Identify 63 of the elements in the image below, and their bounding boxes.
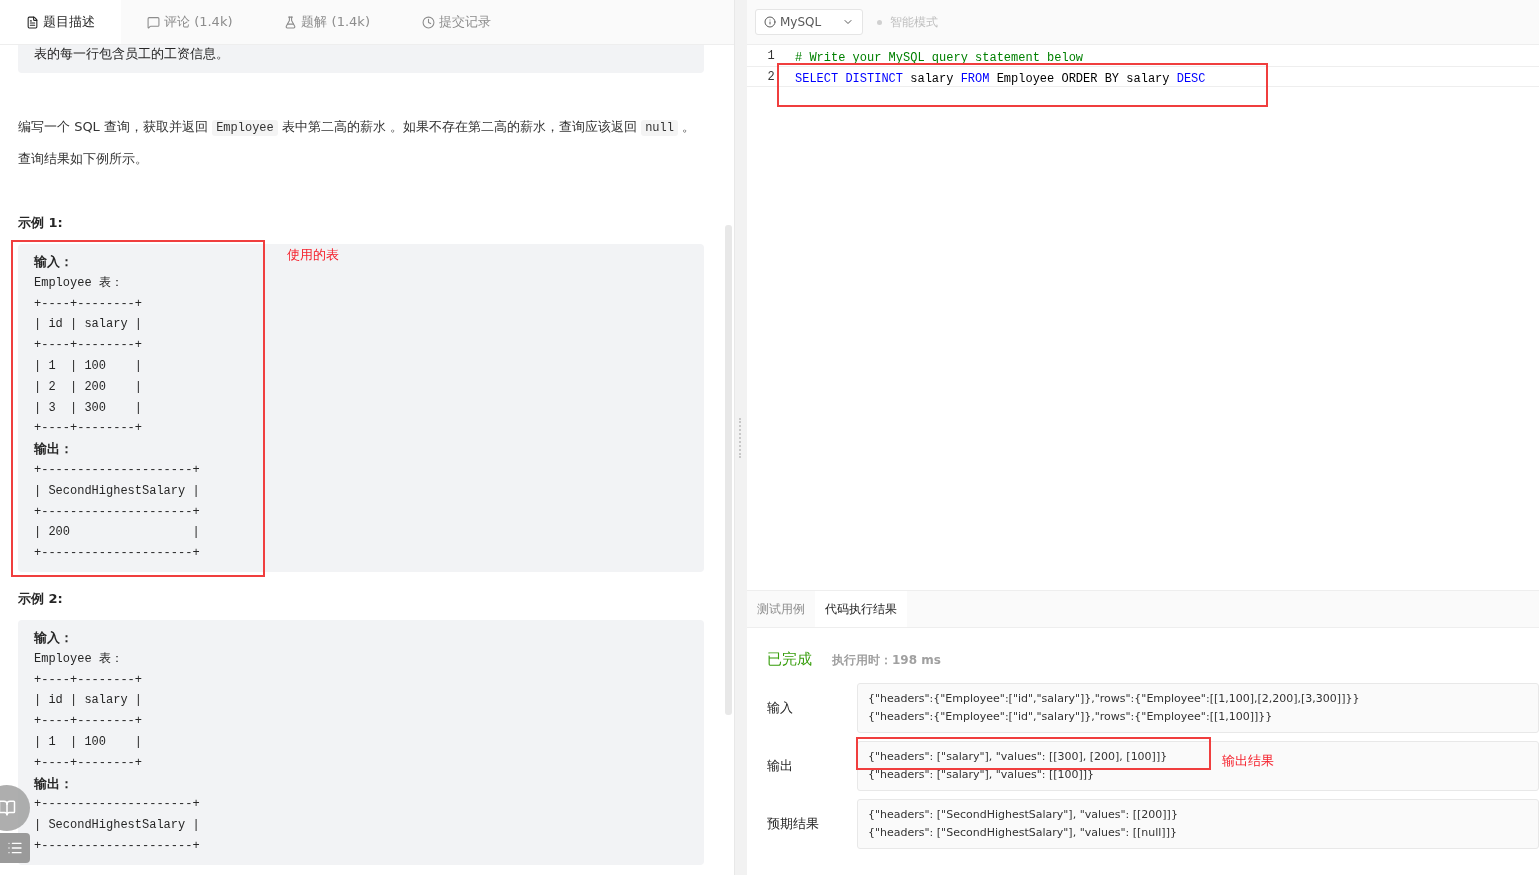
example-line: +----+--------+ <box>34 337 143 355</box>
status-text: 已完成 <box>767 650 812 669</box>
info-icon <box>764 16 776 28</box>
example-line: | 200 | <box>34 524 200 542</box>
book-icon <box>0 799 16 817</box>
tab[interactable]: 评论 (1.4k) <box>121 0 259 44</box>
list-icon <box>7 840 23 856</box>
example-line: +---------------------+ <box>34 503 200 521</box>
result-label: 输出 <box>767 757 794 775</box>
example-line: +---------------------+ <box>34 837 200 855</box>
runtime-text: 执行用时：198 ms <box>832 652 941 669</box>
result-line: {"headers": ["salary"], "values": [[300], [200], [100]]} <box>868 749 1168 765</box>
example-line: | id | salary | <box>34 692 143 710</box>
result-line: {"headers":{"Employee":["id","salary"]},"rows":{"Employee":[[1,100],[2,200],[3,300]]}} <box>868 691 1360 707</box>
outline-button[interactable] <box>0 833 30 863</box>
example-title: 示例 1: <box>18 214 64 232</box>
result-line: {"headers": ["SecondHighestSalary"], "values": [[null]]} <box>868 825 1177 841</box>
code-line: SELECT DISTINCT salary FROM Employee ORDER BY salary DESC <box>795 71 1206 86</box>
result-label: 预期结果 <box>767 815 820 833</box>
annotation-text: 使用的表 <box>287 247 339 264</box>
clock-icon <box>421 15 435 29</box>
example-line: | 1 | 100 | <box>34 733 143 751</box>
example-line: | id | salary | <box>34 316 143 334</box>
schema-note: 表的每一行包含员工的工资信息。 <box>18 45 705 73</box>
example-label: 输出： <box>34 774 73 793</box>
result-tab[interactable]: 测试用例 <box>747 591 815 627</box>
result-hint: 查询结果如下例所示。 <box>18 150 149 168</box>
tab[interactable]: 题目描述 <box>0 0 121 44</box>
example-line: +----+--------+ <box>34 754 143 772</box>
example-title: 示例 2: <box>18 589 64 608</box>
problem-text: 编写一个 SQL 查询，获取并返回 Employee 表中第二高的薪水 。如果不存在第二高的薪水，查询应该返回 null 。 <box>18 118 697 138</box>
example-line: +----+--------+ <box>34 420 143 438</box>
example-line: | SecondHighestSalary | <box>34 482 200 500</box>
language-select[interactable]: MySQL <box>755 9 863 35</box>
example-line: | 3 | 300 | <box>34 399 143 417</box>
description-icon <box>26 15 39 29</box>
flask-icon <box>284 15 298 29</box>
example-line: +---------------------+ <box>34 545 200 563</box>
tab[interactable]: 提交记录 <box>395 0 517 44</box>
example-label: 输入： <box>34 253 73 271</box>
line-number: 2 <box>766 69 776 84</box>
tab[interactable]: 题解 (1.4k) <box>258 0 396 44</box>
result-line: {"headers":{"Employee":["id","salary"]},"rows":{"Employee":[[1,100]]}} <box>868 709 1273 725</box>
example-label: 输出： <box>34 440 73 459</box>
example-line: +----+--------+ <box>34 671 143 689</box>
code-line: # Write your MySQL query statement below <box>795 50 1084 65</box>
example-line: Employee 表： <box>34 650 123 668</box>
example-line: Employee 表： <box>34 274 123 292</box>
example-line: | 2 | 200 | <box>34 378 143 396</box>
result-line: {"headers": ["SecondHighestSalary"], "values": [[200]]} <box>868 807 1178 823</box>
comment-icon <box>147 15 160 29</box>
example-line: | 1 | 100 | <box>34 358 143 375</box>
result-label: 输入 <box>767 699 794 717</box>
example-label: 输入： <box>34 628 73 647</box>
line-number: 1 <box>766 48 776 63</box>
result-line: {"headers": ["salary"], "values": [[100]]} <box>868 767 1095 783</box>
annotation-text: 输出结果 <box>1222 753 1274 770</box>
example-line: | SecondHighestSalary | <box>34 817 200 835</box>
example-line: +---------------------+ <box>34 796 200 814</box>
example-line: +----+--------+ <box>34 713 143 731</box>
example-line: +---------------------+ <box>34 461 200 479</box>
example-line: +----+--------+ <box>34 295 143 313</box>
result-tab[interactable]: 代码执行结果 <box>815 591 907 627</box>
